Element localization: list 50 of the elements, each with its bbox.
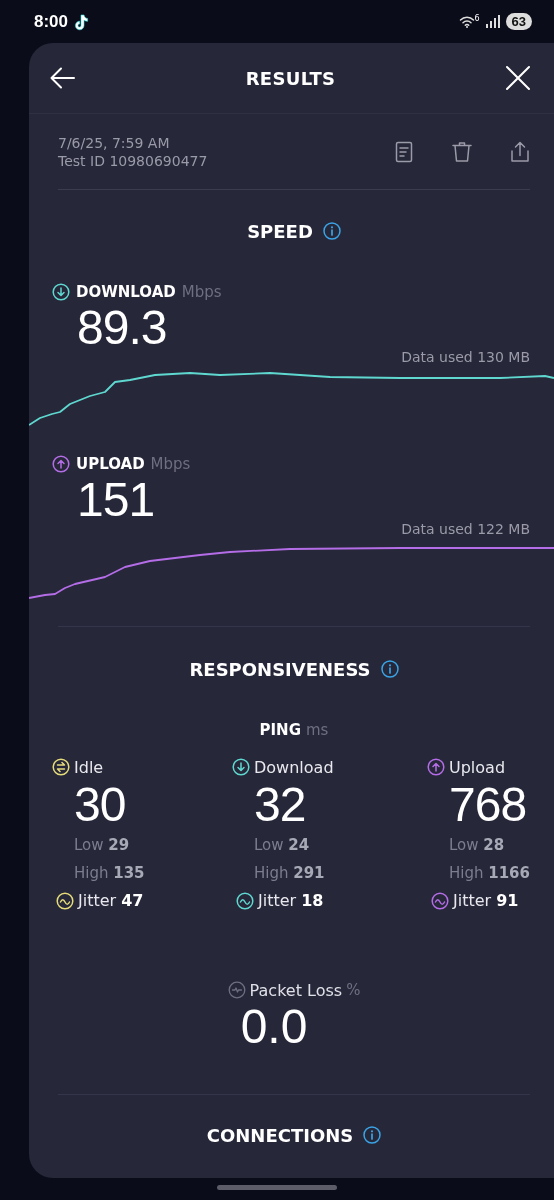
wifi-icon bbox=[459, 15, 476, 28]
ping-label: Idle bbox=[74, 757, 104, 777]
packet-loss-value: 0.0 bbox=[240, 1000, 308, 1054]
high-value: High 1166 bbox=[449, 863, 530, 884]
info-icon[interactable] bbox=[363, 1126, 382, 1144]
battery-level: 63 bbox=[505, 13, 532, 30]
test-id: Test ID 10980690477 bbox=[58, 151, 208, 170]
wave-icon bbox=[431, 891, 449, 910]
jitter-value: Jitter 18 bbox=[258, 891, 324, 910]
ping-value: 768 bbox=[449, 779, 528, 831]
clock-time: 8:00 bbox=[34, 11, 69, 32]
signal-icon bbox=[485, 15, 500, 28]
unit-label: % bbox=[346, 981, 361, 999]
section-title: CONNECTIONS bbox=[206, 1124, 354, 1146]
network-generation-label: 6 bbox=[474, 15, 480, 23]
data-used-label: Data used 130 MB bbox=[400, 348, 530, 366]
test-date: 7/6/25, 7:59 AM bbox=[58, 133, 171, 152]
low-value: Low 29 bbox=[74, 835, 131, 856]
ping-value: 30 bbox=[74, 779, 127, 831]
wave-icon bbox=[236, 891, 254, 910]
high-value: High 291 bbox=[254, 863, 326, 884]
high-value: High 135 bbox=[74, 863, 146, 884]
low-value: Low 24 bbox=[254, 835, 311, 856]
info-icon[interactable] bbox=[322, 222, 341, 240]
pulse-icon bbox=[227, 981, 246, 999]
screen-title: RESULTS bbox=[245, 67, 336, 89]
packet-loss-label: Packet Loss bbox=[249, 980, 343, 1000]
close-icon[interactable] bbox=[504, 64, 532, 92]
unit-label: ms bbox=[306, 721, 329, 739]
section-title: SPEED bbox=[247, 220, 313, 242]
speed-label: DOWNLOAD bbox=[76, 283, 176, 301]
data-used-label: Data used 122 MB bbox=[400, 520, 530, 538]
low-value: Low 28 bbox=[449, 835, 506, 856]
speed-label: UPLOAD bbox=[76, 455, 145, 473]
speed-value: 89.3 bbox=[77, 302, 168, 354]
unit-label: Mbps bbox=[150, 455, 191, 473]
speed-value: 151 bbox=[77, 474, 156, 526]
info-icon[interactable] bbox=[380, 660, 399, 678]
unit-label: Mbps bbox=[181, 283, 222, 301]
jitter-value: Jitter 47 bbox=[78, 891, 144, 910]
wave-icon bbox=[56, 891, 74, 910]
trash-icon[interactable] bbox=[450, 139, 474, 164]
ping-label: Upload bbox=[449, 757, 506, 777]
share-icon[interactable] bbox=[508, 139, 532, 164]
music-note-icon bbox=[74, 12, 91, 31]
section-title: RESPONSIVENESS bbox=[189, 658, 371, 680]
ping-value: 32 bbox=[254, 779, 307, 831]
jitter-value: Jitter 91 bbox=[453, 891, 519, 910]
ping-label: Download bbox=[254, 757, 334, 777]
ping-label: PING bbox=[259, 721, 301, 739]
